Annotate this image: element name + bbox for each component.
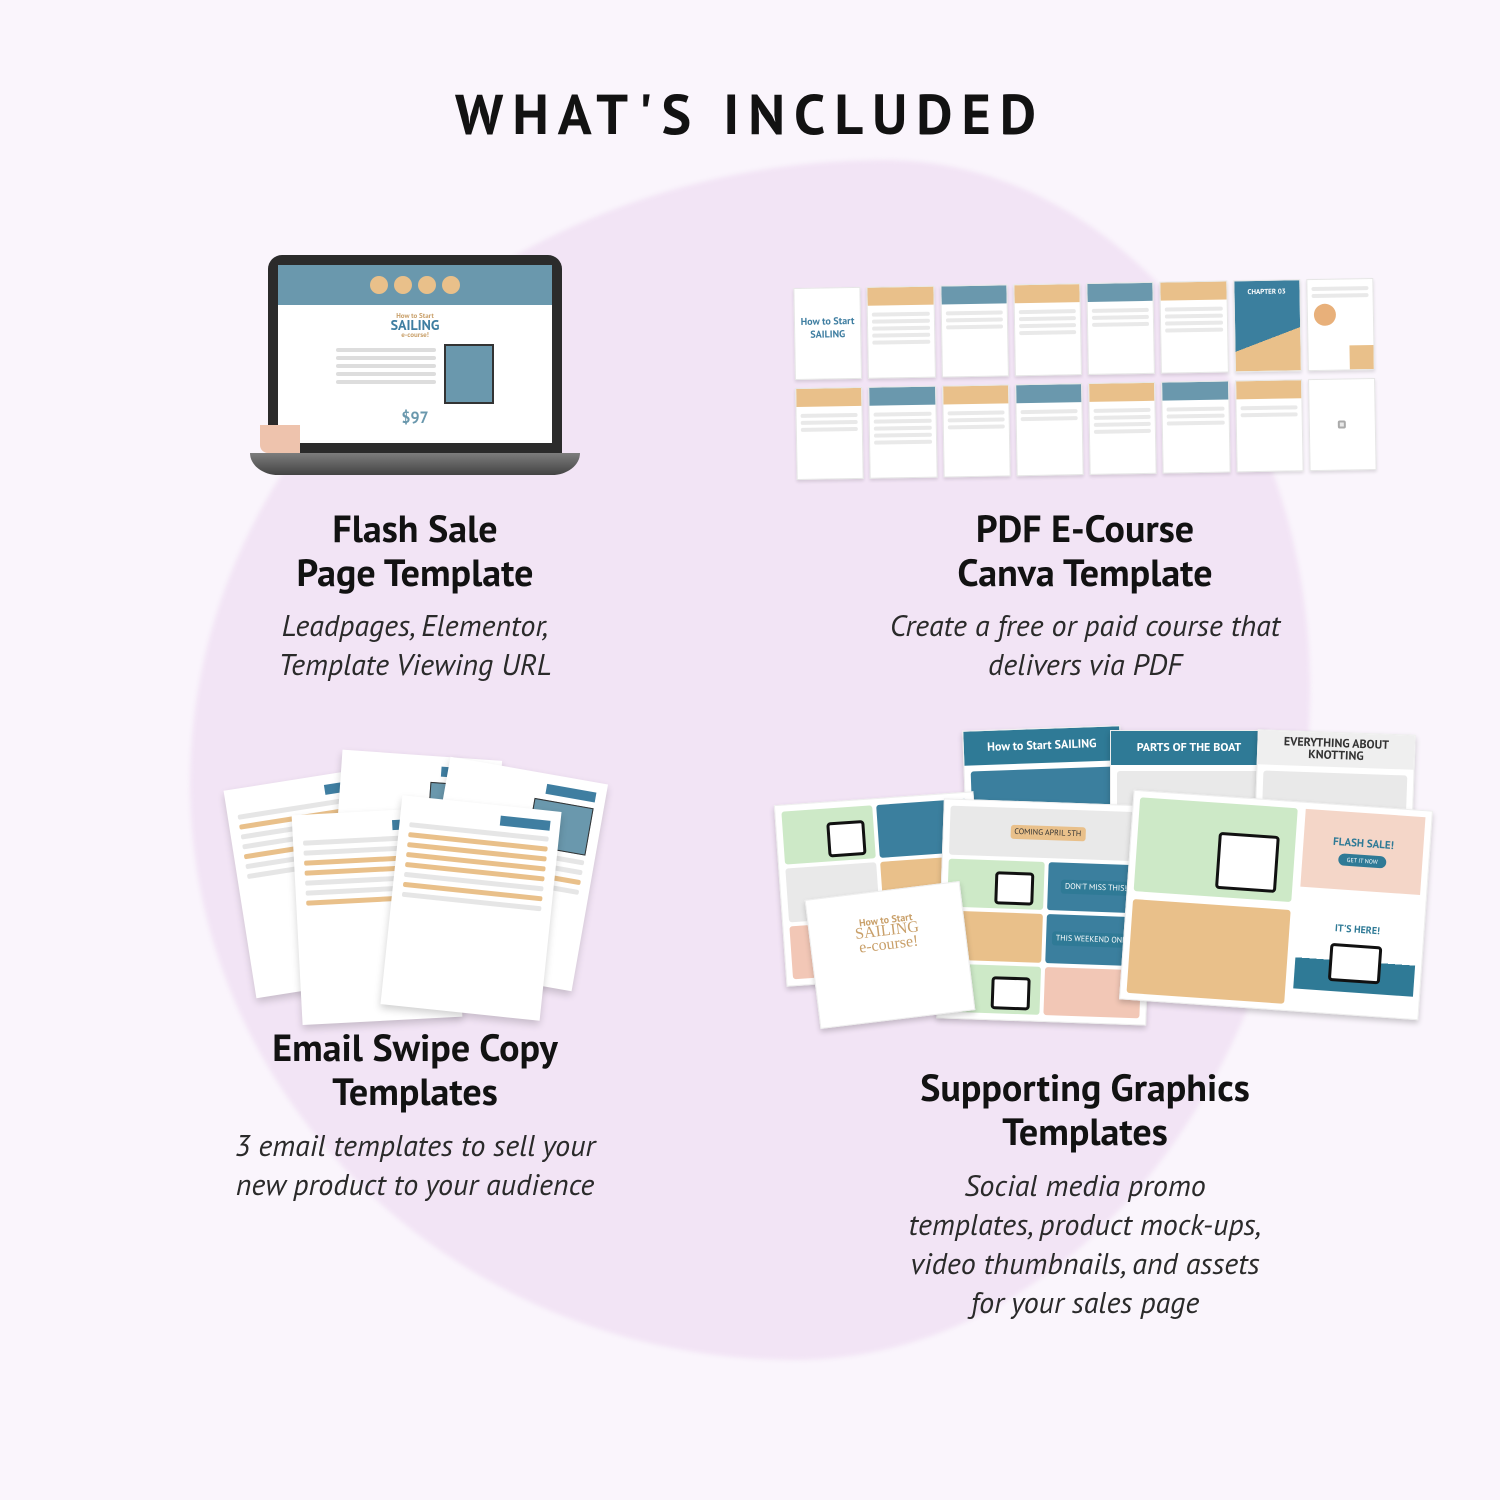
item-title: Supporting Graphics Templates	[920, 1066, 1249, 1153]
item-desc: Social media promo templates, product mo…	[909, 1166, 1262, 1322]
item-desc: Leadpages, Elementor, Template Viewing U…	[278, 606, 551, 684]
mockup-laptop: How to Start SAILING e-course! $97	[95, 215, 735, 475]
item-email-swipe: Email Swipe Copy Templates 3 email templ…	[95, 734, 735, 1321]
item-desc: 3 email templates to sell your new produ…	[235, 1126, 596, 1204]
item-title: Email Swipe Copy Templates	[272, 1026, 558, 1113]
tile-ecourse-cover: How to Start SAILING e-course!	[805, 881, 976, 1029]
item-supporting-graphics: How to Start SAILING PARTS OF THE BOAT E…	[765, 734, 1405, 1321]
item-title: PDF E-Course Canva Template	[957, 507, 1212, 594]
thumb-parts: PARTS OF THE BOAT	[1111, 731, 1267, 765]
mock-price: $97	[401, 408, 428, 428]
item-pdf-ecourse: How to StartSAILING CHAPTER 03	[765, 215, 1405, 684]
included-grid: How to Start SAILING e-course! $97	[60, 215, 1440, 1322]
pill-dont-miss: DON'T MISS THIS!	[1061, 880, 1131, 896]
item-title: Flash Sale Page Template	[297, 507, 534, 594]
section-heading: WHAT'S INCLUDED	[0, 78, 1500, 150]
pill-coming: COMING APRIL 5TH	[1010, 825, 1085, 842]
mockup-page-spread: How to StartSAILING CHAPTER 03	[765, 215, 1405, 475]
tile-flash-sale: FLASH SALE! GET IT NOW	[1300, 809, 1425, 895]
item-desc: Create a free or paid course that delive…	[890, 606, 1280, 684]
mockup-paper-stack	[95, 734, 735, 994]
tile-its-here: IT'S HERE!	[1293, 911, 1418, 997]
mockup-graphics-collage: How to Start SAILING PARTS OF THE BOAT E…	[765, 734, 1405, 1034]
chapter-label: CHAPTER 03	[1234, 286, 1299, 296]
item-flash-sale: How to Start SAILING e-course! $97	[95, 215, 735, 684]
page: WHAT'S INCLUDED How to Start S	[0, 0, 1500, 1322]
